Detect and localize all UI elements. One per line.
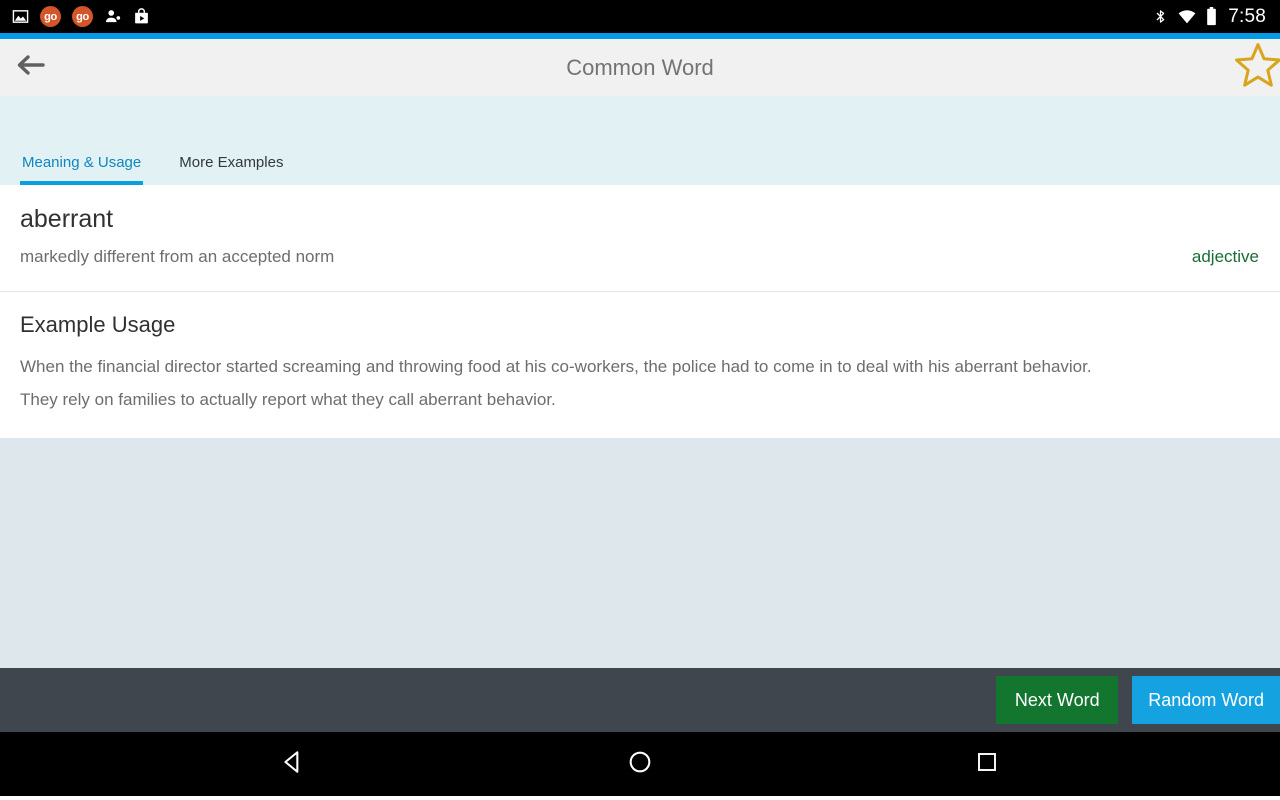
nav-home-icon [627,749,653,780]
word-part-of-speech: adjective [1191,247,1259,266]
play-store-icon [133,7,150,26]
example-usage-line-1: When the financial director started scre… [20,357,1092,376]
next-word-button[interactable]: Next Word [996,676,1119,724]
example-usage-heading: Example Usage [20,312,176,337]
word-definition: markedly different from an accepted norm [20,247,335,266]
go-badge-2: go [72,6,93,27]
star-outline-icon [1232,40,1280,95]
nav-home-button[interactable] [608,732,672,796]
example-usage-line-2: They rely on families to actually report… [20,390,556,409]
nav-back-button[interactable] [261,732,325,796]
status-bar-system-icons: 7:58 [1153,6,1266,28]
wifi-icon [1177,9,1197,25]
android-status-bar: go go 7:58 [0,0,1280,33]
status-bar-clock: 7:58 [1228,5,1266,27]
bottom-action-bar: Next Word Random Word [0,668,1280,732]
favorite-button[interactable] [1230,40,1280,96]
example-usage-card: Example Usage When the financial directo… [0,292,1280,438]
word-card: aberrant markedly different from an acce… [0,185,1280,292]
content-area: aberrant markedly different from an acce… [0,185,1280,438]
android-navigation-bar [0,732,1280,796]
tab-more-examples-label: More Examples [179,154,284,171]
app-bar: Common Word [0,39,1280,96]
nav-back-icon [280,749,306,780]
person-add-icon [104,8,122,25]
image-icon [12,8,29,25]
back-button[interactable] [0,39,62,96]
tab-meaning-and-usage[interactable]: Meaning & Usage [20,154,144,185]
arrow-left-icon [16,53,46,82]
status-bar-notification-icons: go go [12,6,150,27]
tab-bar: Meaning & Usage More Examples [0,96,1280,185]
word-headword: aberrant [20,205,114,233]
nav-recents-icon [975,750,999,779]
tab-more-examples[interactable]: More Examples [177,154,285,185]
page-title: Common Word [566,54,714,80]
empty-content-area [0,438,1280,668]
go-badge-1: go [40,6,61,27]
bluetooth-icon [1153,7,1168,26]
word-definition-row: markedly different from an accepted norm… [20,247,1260,267]
battery-icon [1206,7,1217,26]
random-word-button[interactable]: Random Word [1132,676,1280,724]
tab-meaning-and-usage-label: Meaning & Usage [22,154,142,171]
nav-recents-button[interactable] [955,732,1019,796]
